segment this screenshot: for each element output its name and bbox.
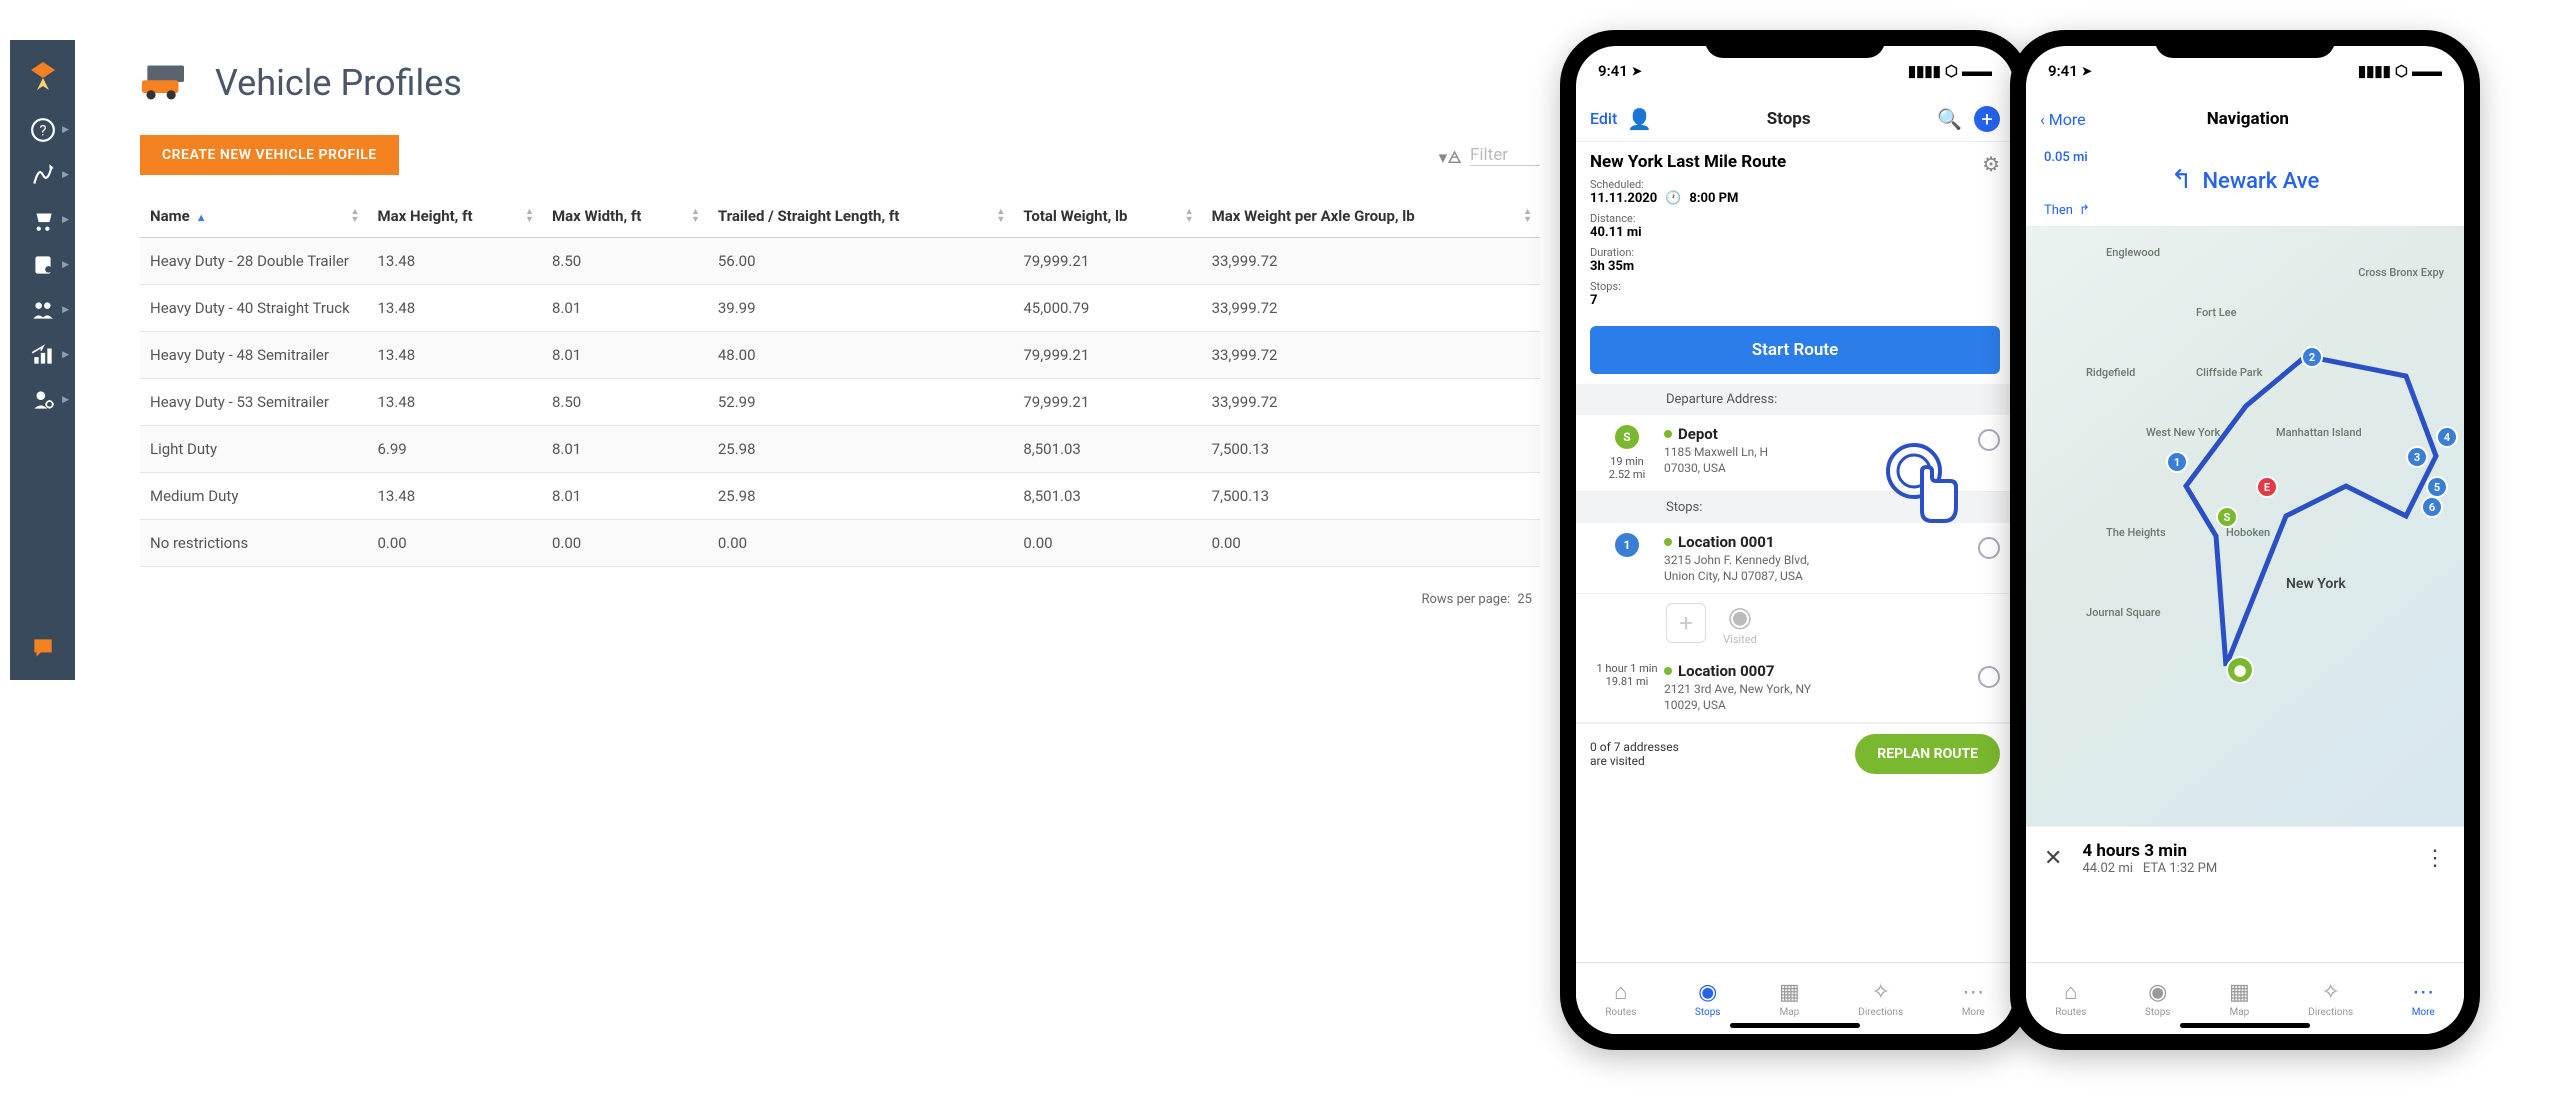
visited-row: + ◉Visited: [1576, 594, 2014, 652]
tab-stops[interactable]: ◉Stops: [1695, 980, 1721, 1018]
svg-text:?: ?: [39, 121, 46, 139]
screen-title: Navigation: [2046, 109, 2450, 129]
pagination: Rows per page: 25: [140, 592, 1540, 607]
filter-icon[interactable]: ▾🜁: [1439, 138, 1462, 173]
tab-directions[interactable]: ✧Directions: [2308, 980, 2353, 1018]
column-header[interactable]: Total Weight, lb▲▼: [1013, 195, 1201, 238]
route-path: [2026, 226, 2464, 826]
steering-wheel-icon[interactable]: [1978, 537, 2000, 559]
column-header[interactable]: Max Weight per Axle Group, lb▲▼: [1202, 195, 1540, 238]
stop-row-1[interactable]: 1 Location 0001 3215 John F. Kennedy Blv…: [1576, 523, 2014, 594]
sidebar-team[interactable]: ▶: [10, 287, 75, 332]
sidebar-nav: ?▶ ▶ ▶ ▶ ▶ ▶ ▶: [10, 40, 75, 680]
phone-stops-mockup: 9:41➤ ▮▮▮▮⬡▬▬ Edit 👤 Stops 🔍 + ⚙ New Yor…: [1560, 30, 2030, 1050]
sidebar-routes[interactable]: ▶: [10, 152, 75, 197]
search-icon[interactable]: 🔍: [1937, 107, 1962, 131]
create-profile-button[interactable]: CREATE NEW VEHICLE PROFILE: [140, 135, 399, 175]
tab-more[interactable]: ⋯More: [2412, 980, 2435, 1018]
sidebar-analytics[interactable]: ▶: [10, 332, 75, 377]
stop-row-2[interactable]: 1 hour 1 min19.81 mi Location 0007 2121 …: [1576, 652, 2014, 723]
table-row[interactable]: Heavy Duty - 48 Semitrailer13.488.0148.0…: [140, 332, 1540, 379]
signal-icon: ▮▮▮▮: [1908, 62, 1941, 80]
vehicle-icon: [140, 60, 195, 105]
page-title: Vehicle Profiles: [215, 62, 462, 104]
bottom-action-bar: 0 of 7 addressesare visited REPLAN ROUTE: [1576, 723, 2014, 784]
fingerprint-icon[interactable]: ◉Visited: [1720, 600, 1760, 646]
route-header: ⚙ New York Last Mile Route Scheduled: 11…: [1576, 142, 2014, 316]
phone-navigation-mockup: 9:41➤ ▮▮▮▮⬡▬▬ ‹ More Navigation 0.05 mi …: [2010, 30, 2480, 1050]
rows-per-page-label: Rows per page:: [1421, 592, 1510, 607]
nav-bar: Edit 👤 Stops 🔍 +: [1576, 96, 2014, 142]
tab-routes[interactable]: ⌂Routes: [1605, 979, 1636, 1018]
start-route-button[interactable]: Start Route: [1590, 326, 2000, 374]
turn-right-icon: ↱: [2079, 203, 2090, 218]
column-header[interactable]: Max Width, ft▲▼: [542, 195, 708, 238]
sidebar-help[interactable]: ?▶: [10, 107, 75, 152]
tab-map[interactable]: ▦Map: [2229, 980, 2250, 1018]
person-icon[interactable]: 👤: [1627, 107, 1652, 131]
tab-directions[interactable]: ✧Directions: [1858, 980, 1903, 1018]
navigation-summary: ✕ 4 hours 3 min 44.02 miETA 1:32 PM ⋮: [2026, 826, 2464, 890]
table-row[interactable]: Heavy Duty - 28 Double Trailer13.488.505…: [140, 238, 1540, 285]
column-header[interactable]: Max Height, ft▲▼: [367, 195, 542, 238]
table-row[interactable]: Heavy Duty - 40 Straight Truck13.488.013…: [140, 285, 1540, 332]
replan-route-button[interactable]: REPLAN ROUTE: [1855, 734, 2000, 774]
home-indicator[interactable]: [1730, 1023, 1860, 1028]
steering-wheel-icon[interactable]: [1978, 429, 2000, 451]
visit-count: 0 of 7 addressesare visited: [1590, 740, 1679, 768]
rows-per-page-value[interactable]: 25: [1517, 592, 1532, 607]
tab-routes[interactable]: ⌂Routes: [2055, 979, 2086, 1018]
battery-icon: ▬▬: [1962, 62, 1992, 80]
vehicle-profile-table: Name▲▲▼Max Height, ft▲▼Max Width, ft▲▼Tr…: [140, 195, 1540, 567]
tab-map[interactable]: ▦Map: [1779, 980, 1800, 1018]
edit-button[interactable]: Edit: [1590, 109, 1617, 128]
tab-more[interactable]: ⋯More: [1962, 980, 1985, 1018]
route-name: New York Last Mile Route: [1590, 152, 2000, 172]
sidebar-orders[interactable]: ▶: [10, 197, 75, 242]
location-arrow-icon: ➤: [1632, 64, 1642, 78]
tab-stops[interactable]: ◉Stops: [2145, 980, 2171, 1018]
departure-label: Departure Address:: [1576, 384, 2014, 415]
home-indicator[interactable]: [2180, 1023, 2310, 1028]
screen-title: Stops: [1652, 109, 1925, 129]
table-row[interactable]: Heavy Duty - 53 Semitrailer13.488.5052.9…: [140, 379, 1540, 426]
sidebar-addressbook[interactable]: ▶: [10, 242, 75, 287]
more-icon[interactable]: ⋮: [2424, 846, 2446, 871]
duration: 4 hours 3 min: [2082, 841, 2217, 861]
add-icon[interactable]: +: [1974, 106, 2000, 132]
navigation-map[interactable]: Englewood Fort Lee Ridgefield Cliffside …: [2026, 226, 2464, 826]
navigation-step: 0.05 mi ↰ Newark Ave Then↱: [2026, 142, 2464, 226]
clock-icon: 🕐: [1665, 191, 1681, 206]
column-header[interactable]: Name▲▲▼: [140, 195, 367, 238]
wifi-icon: ⬡: [1945, 62, 1958, 80]
close-icon[interactable]: ✕: [2044, 846, 2062, 871]
steering-wheel-icon[interactable]: [1978, 666, 2000, 688]
table-row[interactable]: Medium Duty13.488.0125.988,501.037,500.1…: [140, 473, 1540, 520]
logo-icon: [27, 60, 59, 92]
gear-icon[interactable]: ⚙: [1982, 152, 2000, 176]
sidebar-chat[interactable]: [10, 625, 75, 670]
turn-icon: ↰: [2171, 165, 2193, 195]
table-row[interactable]: Light Duty6.998.0125.988,501.037,500.13: [140, 426, 1540, 473]
column-header[interactable]: Trailed / Straight Length, ft▲▼: [708, 195, 1013, 238]
add-note-icon[interactable]: +: [1666, 603, 1706, 643]
filter-input[interactable]: [1470, 145, 1540, 166]
main-content: Vehicle Profiles CREATE NEW VEHICLE PROF…: [140, 60, 1540, 607]
sidebar-settings[interactable]: ▶: [10, 377, 75, 422]
table-row[interactable]: No restrictions0.000.000.000.000.00: [140, 520, 1540, 567]
hand-cursor-icon: [1884, 441, 1974, 531]
